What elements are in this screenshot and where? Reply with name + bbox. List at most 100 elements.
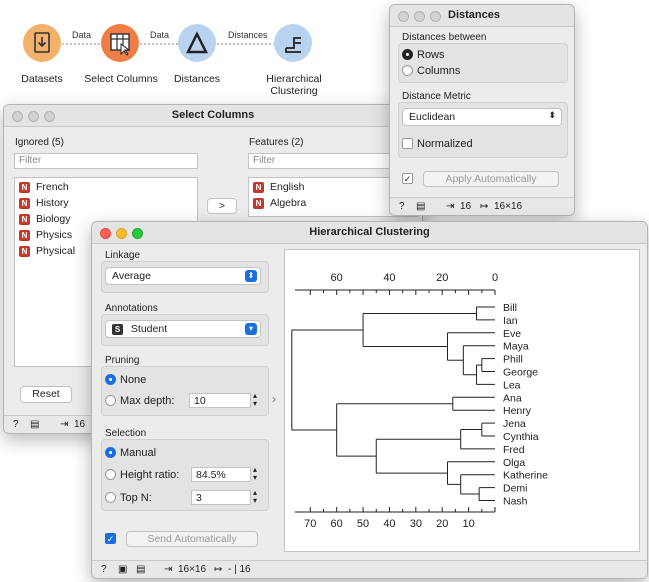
linkage-select[interactable]: Average ⬍ xyxy=(105,267,261,285)
list-item[interactable]: N Physics xyxy=(19,229,72,241)
dendrogram-plot[interactable]: 60 40 20 0 70 60 50 40 30 20 10 BillIanEveMayaPhill… xyxy=(284,249,640,552)
nominal-icon: N xyxy=(19,197,30,209)
help-icon[interactable]: ? xyxy=(399,201,405,212)
selection-topn-label: Top N: xyxy=(120,492,152,504)
dendrogram-icon xyxy=(285,37,301,53)
tick-label: 40 xyxy=(383,272,395,284)
report-icon[interactable]: ▤ xyxy=(416,201,425,212)
leaf-label: Olga xyxy=(503,457,525,469)
tick-label: 60 xyxy=(331,272,343,284)
output-count: - | 16 xyxy=(228,564,251,575)
table-select-icon xyxy=(110,33,131,56)
tick-label: 20 xyxy=(436,272,448,284)
output-icon: ↦ xyxy=(214,564,223,575)
pruning-none-label: None xyxy=(120,374,147,386)
datasets-caption: Datasets xyxy=(21,73,63,85)
list-item[interactable]: N Biology xyxy=(19,213,70,225)
leaf-label: Eve xyxy=(503,328,521,340)
pruning-depth-radio[interactable] xyxy=(105,395,116,406)
top-n-spinbox[interactable]: 3 xyxy=(191,490,251,505)
max-depth-spinbox[interactable]: 10 xyxy=(189,393,251,408)
rows-radio[interactable] xyxy=(402,49,413,60)
leaf-label: Henry xyxy=(503,405,532,417)
selection-manual-label: Manual xyxy=(120,447,157,459)
normalized-checkbox[interactable] xyxy=(402,138,413,149)
send-automatically-button[interactable]: Send Automatically xyxy=(126,531,258,547)
leaf-label: Nash xyxy=(503,496,528,508)
metric-select[interactable]: Euclidean ⬍ xyxy=(402,108,562,126)
list-item[interactable]: N Physical xyxy=(19,245,75,257)
input-count: 16×16 xyxy=(178,564,207,575)
distances-node[interactable] xyxy=(178,24,216,62)
pruning-none-radio[interactable] xyxy=(105,374,116,385)
help-icon[interactable]: ? xyxy=(13,419,19,430)
updown-chevron-icon: ⬍ xyxy=(245,270,257,282)
input-icon: ⇥ xyxy=(60,419,69,430)
tick-label: 10 xyxy=(462,518,474,530)
selection-height-radio[interactable] xyxy=(105,469,116,480)
send-auto-checkbox[interactable]: ✓ xyxy=(105,533,116,544)
select-columns-node[interactable] xyxy=(101,24,139,62)
list-item[interactable]: N Algebra xyxy=(253,197,306,209)
titlebar: Select Columns xyxy=(4,105,422,127)
distances-between-label: Distances between xyxy=(402,32,487,43)
nominal-icon: N xyxy=(253,197,264,209)
window-title: Distances xyxy=(448,9,500,21)
leaf-label: Fred xyxy=(503,444,525,456)
leaf-label: Jena xyxy=(503,418,526,430)
distance-metric-label: Distance Metric xyxy=(402,91,471,102)
window-title: Hierarchical Clustering xyxy=(309,226,430,238)
select-columns-caption: Select Columns xyxy=(84,73,158,85)
stepper-icon[interactable]: ▴ ▾ xyxy=(253,392,257,408)
leaf-label: Katherine xyxy=(503,470,548,482)
height-ratio-spinbox[interactable]: 84.5% xyxy=(191,467,251,482)
apply-auto-checkbox[interactable]: ✓ xyxy=(402,173,413,184)
columns-label: Columns xyxy=(417,65,461,77)
string-variable-icon: S xyxy=(112,324,123,335)
report-icon[interactable]: ▤ xyxy=(136,564,145,575)
tick-label: 70 xyxy=(304,518,316,530)
move-to-features-button[interactable]: > xyxy=(207,198,237,214)
report-icon[interactable]: ▤ xyxy=(30,419,39,430)
leaf-label: Maya xyxy=(503,341,529,353)
hierarchical-clustering-window: Hierarchical Clustering Linkage Average … xyxy=(91,221,648,579)
leaf-label: Lea xyxy=(503,379,521,391)
help-icon[interactable]: ? xyxy=(101,564,107,575)
input-count: 16 xyxy=(74,419,86,430)
hierarchical-clustering-node[interactable] xyxy=(274,24,312,62)
chevron-down-icon: ▾ xyxy=(245,323,257,335)
pruning-label: Pruning xyxy=(105,355,140,366)
nominal-icon: N xyxy=(19,181,30,193)
reset-button[interactable]: Reset xyxy=(20,386,72,403)
ignored-filter-input[interactable]: Filter xyxy=(14,153,198,169)
titlebar: Distances xyxy=(390,5,574,27)
selection-manual-radio[interactable] xyxy=(105,447,116,458)
collapse-arrow-icon[interactable]: › xyxy=(272,392,276,406)
save-icon[interactable]: ▣ xyxy=(118,564,127,575)
output-count: 16×16 xyxy=(494,201,523,212)
updown-chevron-icon: ⬍ xyxy=(548,110,556,120)
minimize-button[interactable] xyxy=(414,11,425,22)
rows-label: Rows xyxy=(417,49,445,61)
tick-label: 20 xyxy=(436,518,448,530)
tick-label: 50 xyxy=(357,518,369,530)
input-icon: ⇥ xyxy=(446,201,455,212)
list-item[interactable]: N French xyxy=(19,181,69,193)
link-label: Distances xyxy=(228,30,268,40)
apply-automatically-button[interactable]: Apply Automatically xyxy=(423,171,559,187)
selection-topn-radio[interactable] xyxy=(105,492,116,503)
tick-label: 60 xyxy=(331,518,343,530)
datasets-node[interactable] xyxy=(23,24,61,62)
zoom-button[interactable] xyxy=(430,11,441,22)
stepper-icon[interactable]: ▴ ▾ xyxy=(253,466,257,482)
link-label: Data xyxy=(72,30,92,40)
columns-radio[interactable] xyxy=(402,65,413,76)
stepper-icon[interactable]: ▴ ▾ xyxy=(253,489,257,505)
list-item[interactable]: N History xyxy=(19,197,69,209)
distances-window: Distances Distances between Rows Columns… xyxy=(389,4,575,216)
annotation-select[interactable]: S Student ▾ xyxy=(105,320,261,338)
close-button[interactable] xyxy=(398,11,409,22)
list-item[interactable]: N English xyxy=(253,181,304,193)
leaf-label: Phill xyxy=(503,354,523,366)
tick-label: 0 xyxy=(492,272,498,284)
